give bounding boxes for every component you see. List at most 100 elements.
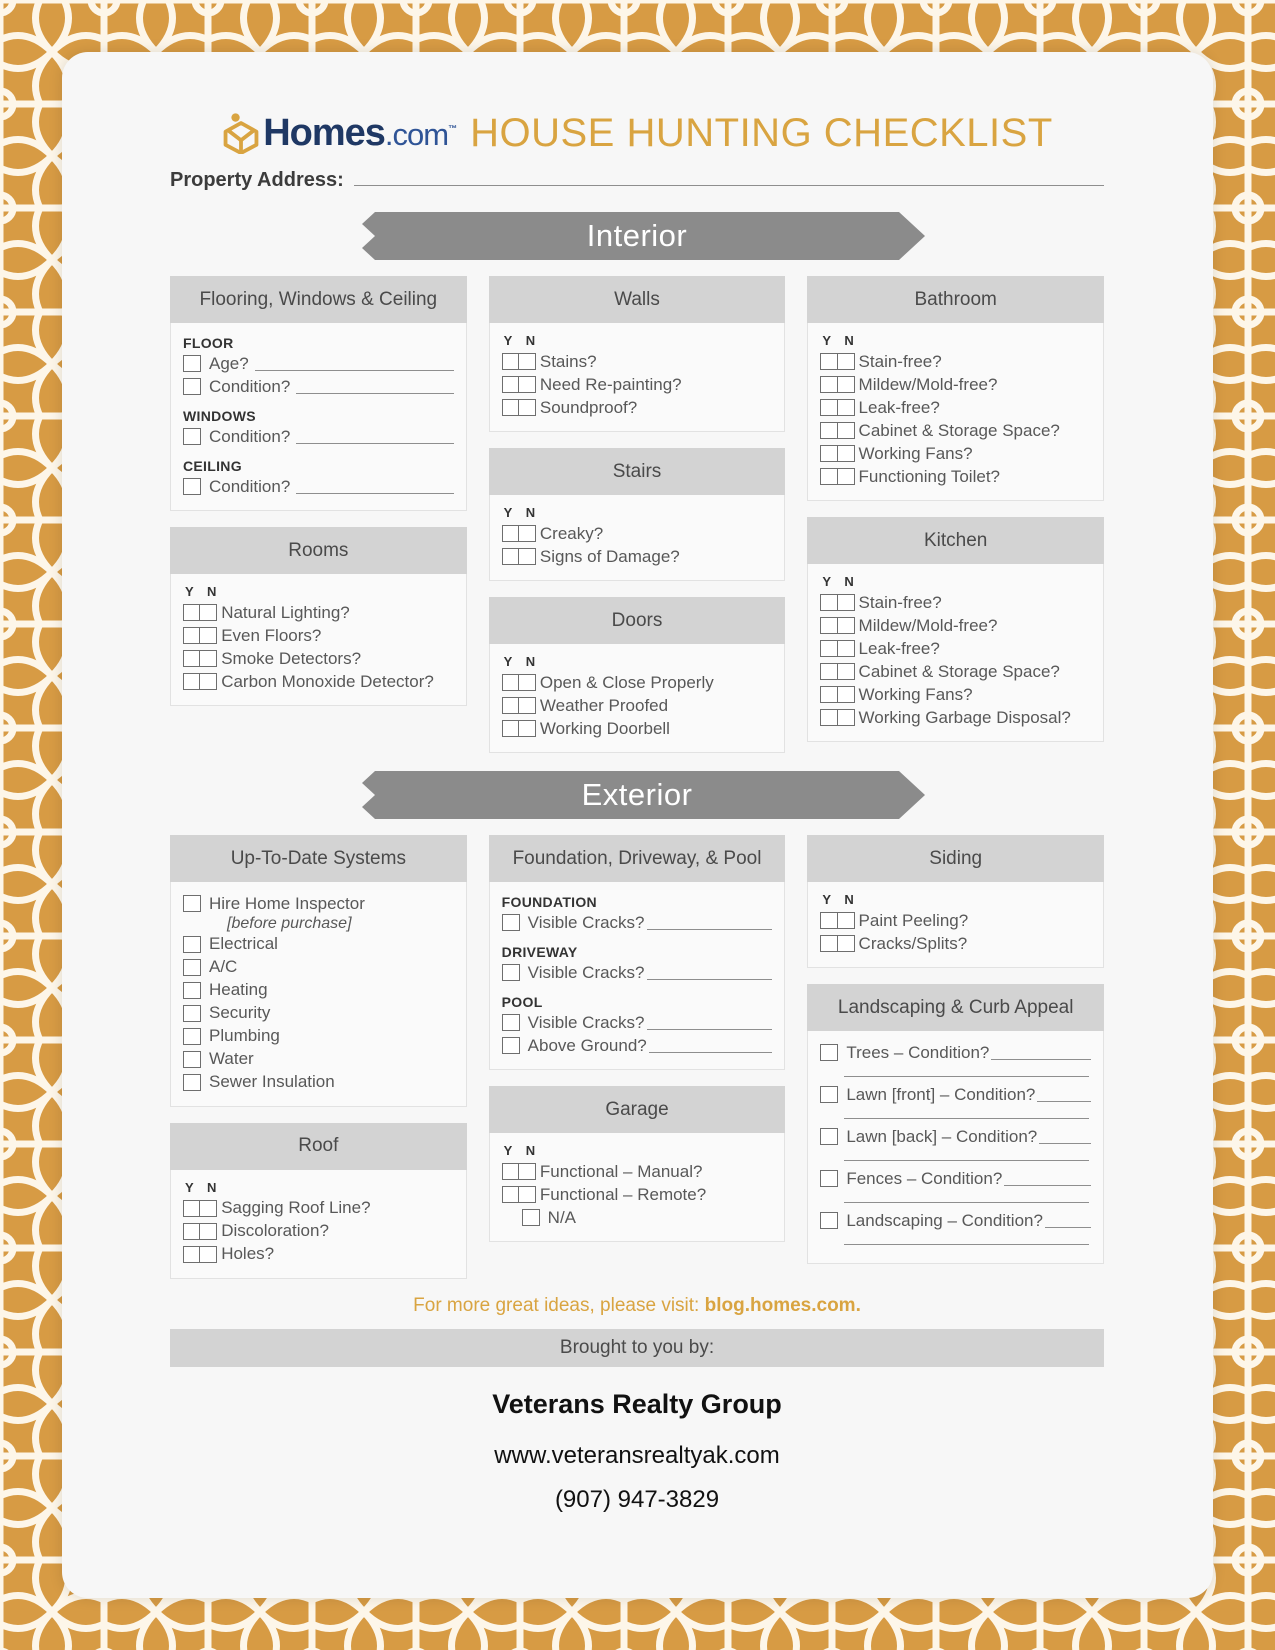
checkbox-no[interactable]: [199, 1245, 218, 1263]
yes-no-checkboxes[interactable]: [820, 353, 855, 370]
checkbox-no[interactable]: [199, 650, 218, 667]
checkbox-no[interactable]: [836, 445, 855, 462]
write-in-line[interactable]: [646, 1016, 773, 1030]
checkbox-no[interactable]: [199, 627, 218, 644]
yes-no-checkboxes[interactable]: [501, 548, 536, 565]
write-in-line-continued[interactable]: [844, 1232, 1090, 1245]
checkbox[interactable]: [820, 1170, 839, 1187]
company-website[interactable]: www.veteransrealtyak.com: [152, 1420, 1122, 1470]
checkbox-no[interactable]: [836, 468, 855, 485]
checkbox[interactable]: [183, 355, 201, 372]
write-in-line[interactable]: [648, 1039, 773, 1053]
write-in-line[interactable]: [254, 357, 454, 371]
checkbox[interactable]: [820, 1212, 839, 1229]
yes-no-checkboxes[interactable]: [820, 468, 855, 485]
write-in-line[interactable]: [1039, 1130, 1092, 1144]
yes-no-checkboxes[interactable]: [820, 399, 855, 416]
checkbox-no[interactable]: [836, 709, 855, 726]
checkbox-no[interactable]: [517, 1186, 536, 1203]
write-in-line[interactable]: [1037, 1088, 1092, 1102]
yes-no-checkboxes[interactable]: [183, 650, 218, 667]
write-in-line-continued[interactable]: [844, 1106, 1090, 1119]
write-in-line[interactable]: [646, 916, 773, 930]
yes-no-checkboxes[interactable]: [820, 445, 855, 462]
checkbox-no[interactable]: [836, 640, 855, 657]
checkbox-no[interactable]: [836, 594, 855, 611]
checkbox[interactable]: [183, 1027, 201, 1045]
checkbox-no[interactable]: [517, 376, 536, 393]
yes-no-checkboxes[interactable]: [501, 697, 536, 714]
checkbox[interactable]: [183, 1050, 201, 1068]
write-in-line[interactable]: [296, 430, 454, 444]
checkbox[interactable]: [501, 914, 520, 931]
property-address-input[interactable]: [353, 168, 1104, 186]
company-phone[interactable]: (907) 947-3829: [152, 1470, 1122, 1514]
write-in-line[interactable]: [1004, 1172, 1092, 1186]
yes-no-checkboxes[interactable]: [820, 640, 855, 657]
yes-no-checkboxes[interactable]: [820, 594, 855, 611]
checkbox-no[interactable]: [836, 686, 855, 703]
checkbox-no[interactable]: [836, 617, 855, 634]
yes-no-checkboxes[interactable]: [501, 1186, 536, 1203]
checkbox-no[interactable]: [199, 673, 218, 690]
checkbox-no[interactable]: [836, 399, 855, 416]
blog-link[interactable]: blog.homes.com.: [705, 1295, 861, 1316]
checkbox-no[interactable]: [836, 353, 855, 370]
checkbox[interactable]: [183, 895, 201, 912]
yes-no-checkboxes[interactable]: [501, 353, 536, 370]
checkbox-no[interactable]: [517, 720, 536, 737]
write-in-line-continued[interactable]: [844, 1148, 1090, 1161]
write-in-line-continued[interactable]: [844, 1190, 1090, 1203]
yes-no-checkboxes[interactable]: [183, 627, 218, 644]
checkbox[interactable]: [183, 1073, 201, 1091]
checkbox-no[interactable]: [517, 1163, 536, 1180]
yes-no-checkboxes[interactable]: [183, 1245, 218, 1263]
yes-no-checkboxes[interactable]: [501, 525, 536, 542]
yes-no-checkboxes[interactable]: [820, 617, 855, 634]
checkbox[interactable]: [183, 478, 201, 495]
checkbox-no[interactable]: [836, 376, 855, 393]
yes-no-checkboxes[interactable]: [820, 912, 855, 929]
write-in-line[interactable]: [296, 380, 454, 394]
write-in-line[interactable]: [646, 966, 773, 980]
yes-no-checkboxes[interactable]: [501, 720, 536, 737]
checkbox-no[interactable]: [836, 912, 855, 929]
checkbox[interactable]: [501, 1037, 520, 1054]
checkbox-no[interactable]: [517, 697, 536, 714]
checkbox[interactable]: [820, 1128, 839, 1145]
checkbox-na[interactable]: [521, 1209, 540, 1226]
write-in-line-continued[interactable]: [844, 1064, 1090, 1077]
checkbox-no[interactable]: [836, 663, 855, 680]
checkbox-no[interactable]: [199, 1222, 218, 1240]
checkbox[interactable]: [183, 1004, 201, 1022]
yes-no-checkboxes[interactable]: [820, 376, 855, 393]
checkbox-no[interactable]: [517, 353, 536, 370]
checkbox-no[interactable]: [517, 399, 536, 416]
yes-no-checkboxes[interactable]: [183, 1199, 218, 1217]
write-in-line[interactable]: [296, 480, 454, 494]
checkbox-no[interactable]: [836, 422, 855, 439]
yes-no-checkboxes[interactable]: [820, 663, 855, 680]
write-in-line[interactable]: [991, 1046, 1092, 1060]
yes-no-checkboxes[interactable]: [820, 935, 855, 952]
checkbox[interactable]: [183, 428, 201, 445]
yes-no-checkboxes[interactable]: [820, 709, 855, 726]
checkbox[interactable]: [183, 378, 201, 395]
yes-no-checkboxes[interactable]: [501, 399, 536, 416]
checkbox-no[interactable]: [836, 935, 855, 952]
checkbox[interactable]: [820, 1044, 839, 1061]
write-in-line[interactable]: [1044, 1214, 1092, 1228]
checkbox-no[interactable]: [517, 674, 536, 691]
checkbox[interactable]: [501, 964, 520, 981]
yes-no-checkboxes[interactable]: [183, 673, 218, 690]
yes-no-checkboxes[interactable]: [820, 422, 855, 439]
checkbox-no[interactable]: [517, 525, 536, 542]
checkbox-no[interactable]: [517, 548, 536, 565]
checkbox[interactable]: [820, 1086, 839, 1103]
yes-no-checkboxes[interactable]: [501, 674, 536, 691]
checkbox[interactable]: [501, 1014, 520, 1031]
yes-no-checkboxes[interactable]: [501, 376, 536, 393]
yes-no-checkboxes[interactable]: [820, 686, 855, 703]
checkbox[interactable]: [183, 981, 201, 999]
checkbox-no[interactable]: [199, 1199, 218, 1217]
